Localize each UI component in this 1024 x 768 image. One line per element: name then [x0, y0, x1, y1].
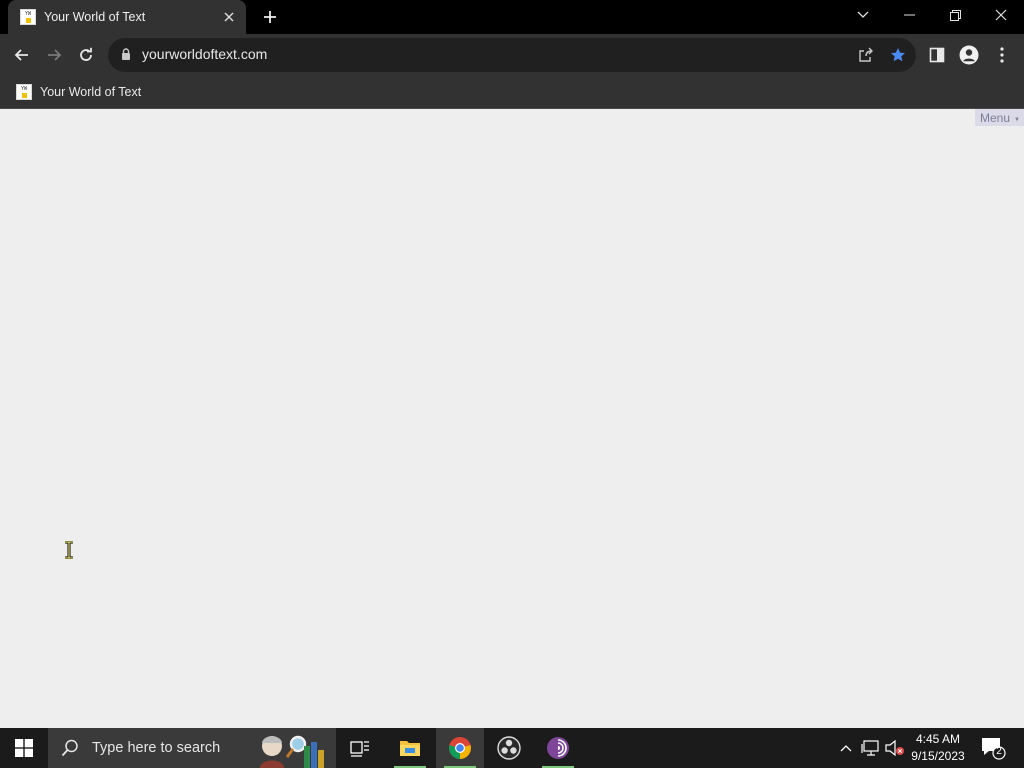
menu-label: Menu: [980, 111, 1011, 125]
new-tab-button[interactable]: [258, 6, 282, 28]
obs-studio-icon: [497, 736, 521, 760]
more-vertical-icon: [1000, 47, 1004, 63]
profile-avatar-icon: [959, 45, 979, 65]
browser-tab[interactable]: YW Your World of Text: [8, 0, 246, 34]
arrow-right-icon: [48, 49, 62, 61]
bookmark-label: Your World of Text: [40, 85, 142, 99]
notification-count-badge: 2: [996, 746, 1002, 757]
arrow-left-icon: [14, 49, 28, 61]
clock-date: 9/15/2023: [911, 749, 965, 763]
windows-taskbar: Type here to search 4:45 AM 9/15/2023 2: [0, 728, 1024, 768]
bookmark-your-world-of-text[interactable]: YW Your World of Text: [12, 81, 145, 103]
chevron-up-icon: [840, 745, 852, 752]
lock-icon[interactable]: [121, 48, 131, 60]
search-placeholder: Type here to search: [92, 740, 221, 756]
task-view-button[interactable]: [336, 728, 384, 768]
chevron-down-icon: [857, 11, 869, 18]
taskbar-search-box[interactable]: Type here to search: [48, 728, 336, 768]
restore-button[interactable]: [932, 0, 978, 30]
action-center-button[interactable]: 2: [980, 736, 1006, 760]
bookmarks-bar: YW Your World of Text: [0, 76, 1024, 109]
tor-browser-button[interactable]: [534, 728, 582, 768]
chrome-icon: [449, 737, 471, 759]
menu-button[interactable]: Menu ▼: [975, 109, 1024, 126]
bookmark-star-button[interactable]: [888, 45, 908, 65]
text-cursor-icon: [65, 541, 73, 559]
task-view-icon: [350, 741, 369, 757]
obs-studio-button[interactable]: [485, 728, 533, 768]
volume-muted-icon: [885, 740, 904, 756]
close-tab-icon[interactable]: [220, 8, 238, 26]
file-explorer-icon: [400, 741, 420, 756]
profile-button[interactable]: [955, 41, 983, 69]
site-favicon-icon: YW: [16, 84, 32, 100]
search-icon: [61, 739, 78, 757]
star-filled-icon: [891, 48, 905, 62]
text-world-canvas[interactable]: Menu ▼: [0, 109, 1024, 728]
forward-button[interactable]: [40, 41, 68, 69]
close-icon: [995, 9, 1007, 21]
reload-button[interactable]: [72, 41, 100, 69]
network-ethernet-icon: [861, 740, 879, 756]
plus-icon: [264, 11, 276, 23]
side-panel-button[interactable]: [923, 41, 951, 69]
file-explorer-button[interactable]: [386, 728, 434, 768]
minimize-icon: [903, 14, 915, 16]
chrome-taskbar-button[interactable]: [436, 728, 484, 768]
share-icon: [859, 47, 873, 62]
side-panel-icon: [929, 47, 945, 63]
site-favicon-icon: YW: [20, 9, 36, 25]
back-button[interactable]: [8, 41, 36, 69]
tor-browser-icon: [547, 737, 569, 759]
share-button[interactable]: [856, 45, 876, 65]
search-highlight-illustration-icon[interactable]: [254, 730, 330, 768]
volume-button[interactable]: [885, 738, 905, 758]
chrome-menu-button[interactable]: [988, 41, 1016, 69]
network-button[interactable]: [860, 738, 880, 758]
tab-search-button[interactable]: [840, 0, 886, 30]
clock-time: 4:45 AM: [915, 732, 961, 746]
tab-strip: YW Your World of Text: [0, 0, 1024, 34]
start-button[interactable]: [0, 728, 48, 768]
show-hidden-icons-button[interactable]: [836, 738, 856, 758]
reload-icon: [80, 47, 92, 61]
restore-icon: [949, 9, 961, 21]
minimize-button[interactable]: [886, 0, 932, 30]
menu-caret-icon: ▼: [1014, 116, 1020, 123]
tab-title: Your World of Text: [44, 10, 146, 24]
windows-logo-icon: [15, 739, 33, 757]
system-clock[interactable]: 4:45 AM 9/15/2023: [906, 731, 970, 765]
close-window-button[interactable]: [978, 0, 1024, 30]
url-text[interactable]: yourworldoftext.com: [142, 46, 267, 62]
